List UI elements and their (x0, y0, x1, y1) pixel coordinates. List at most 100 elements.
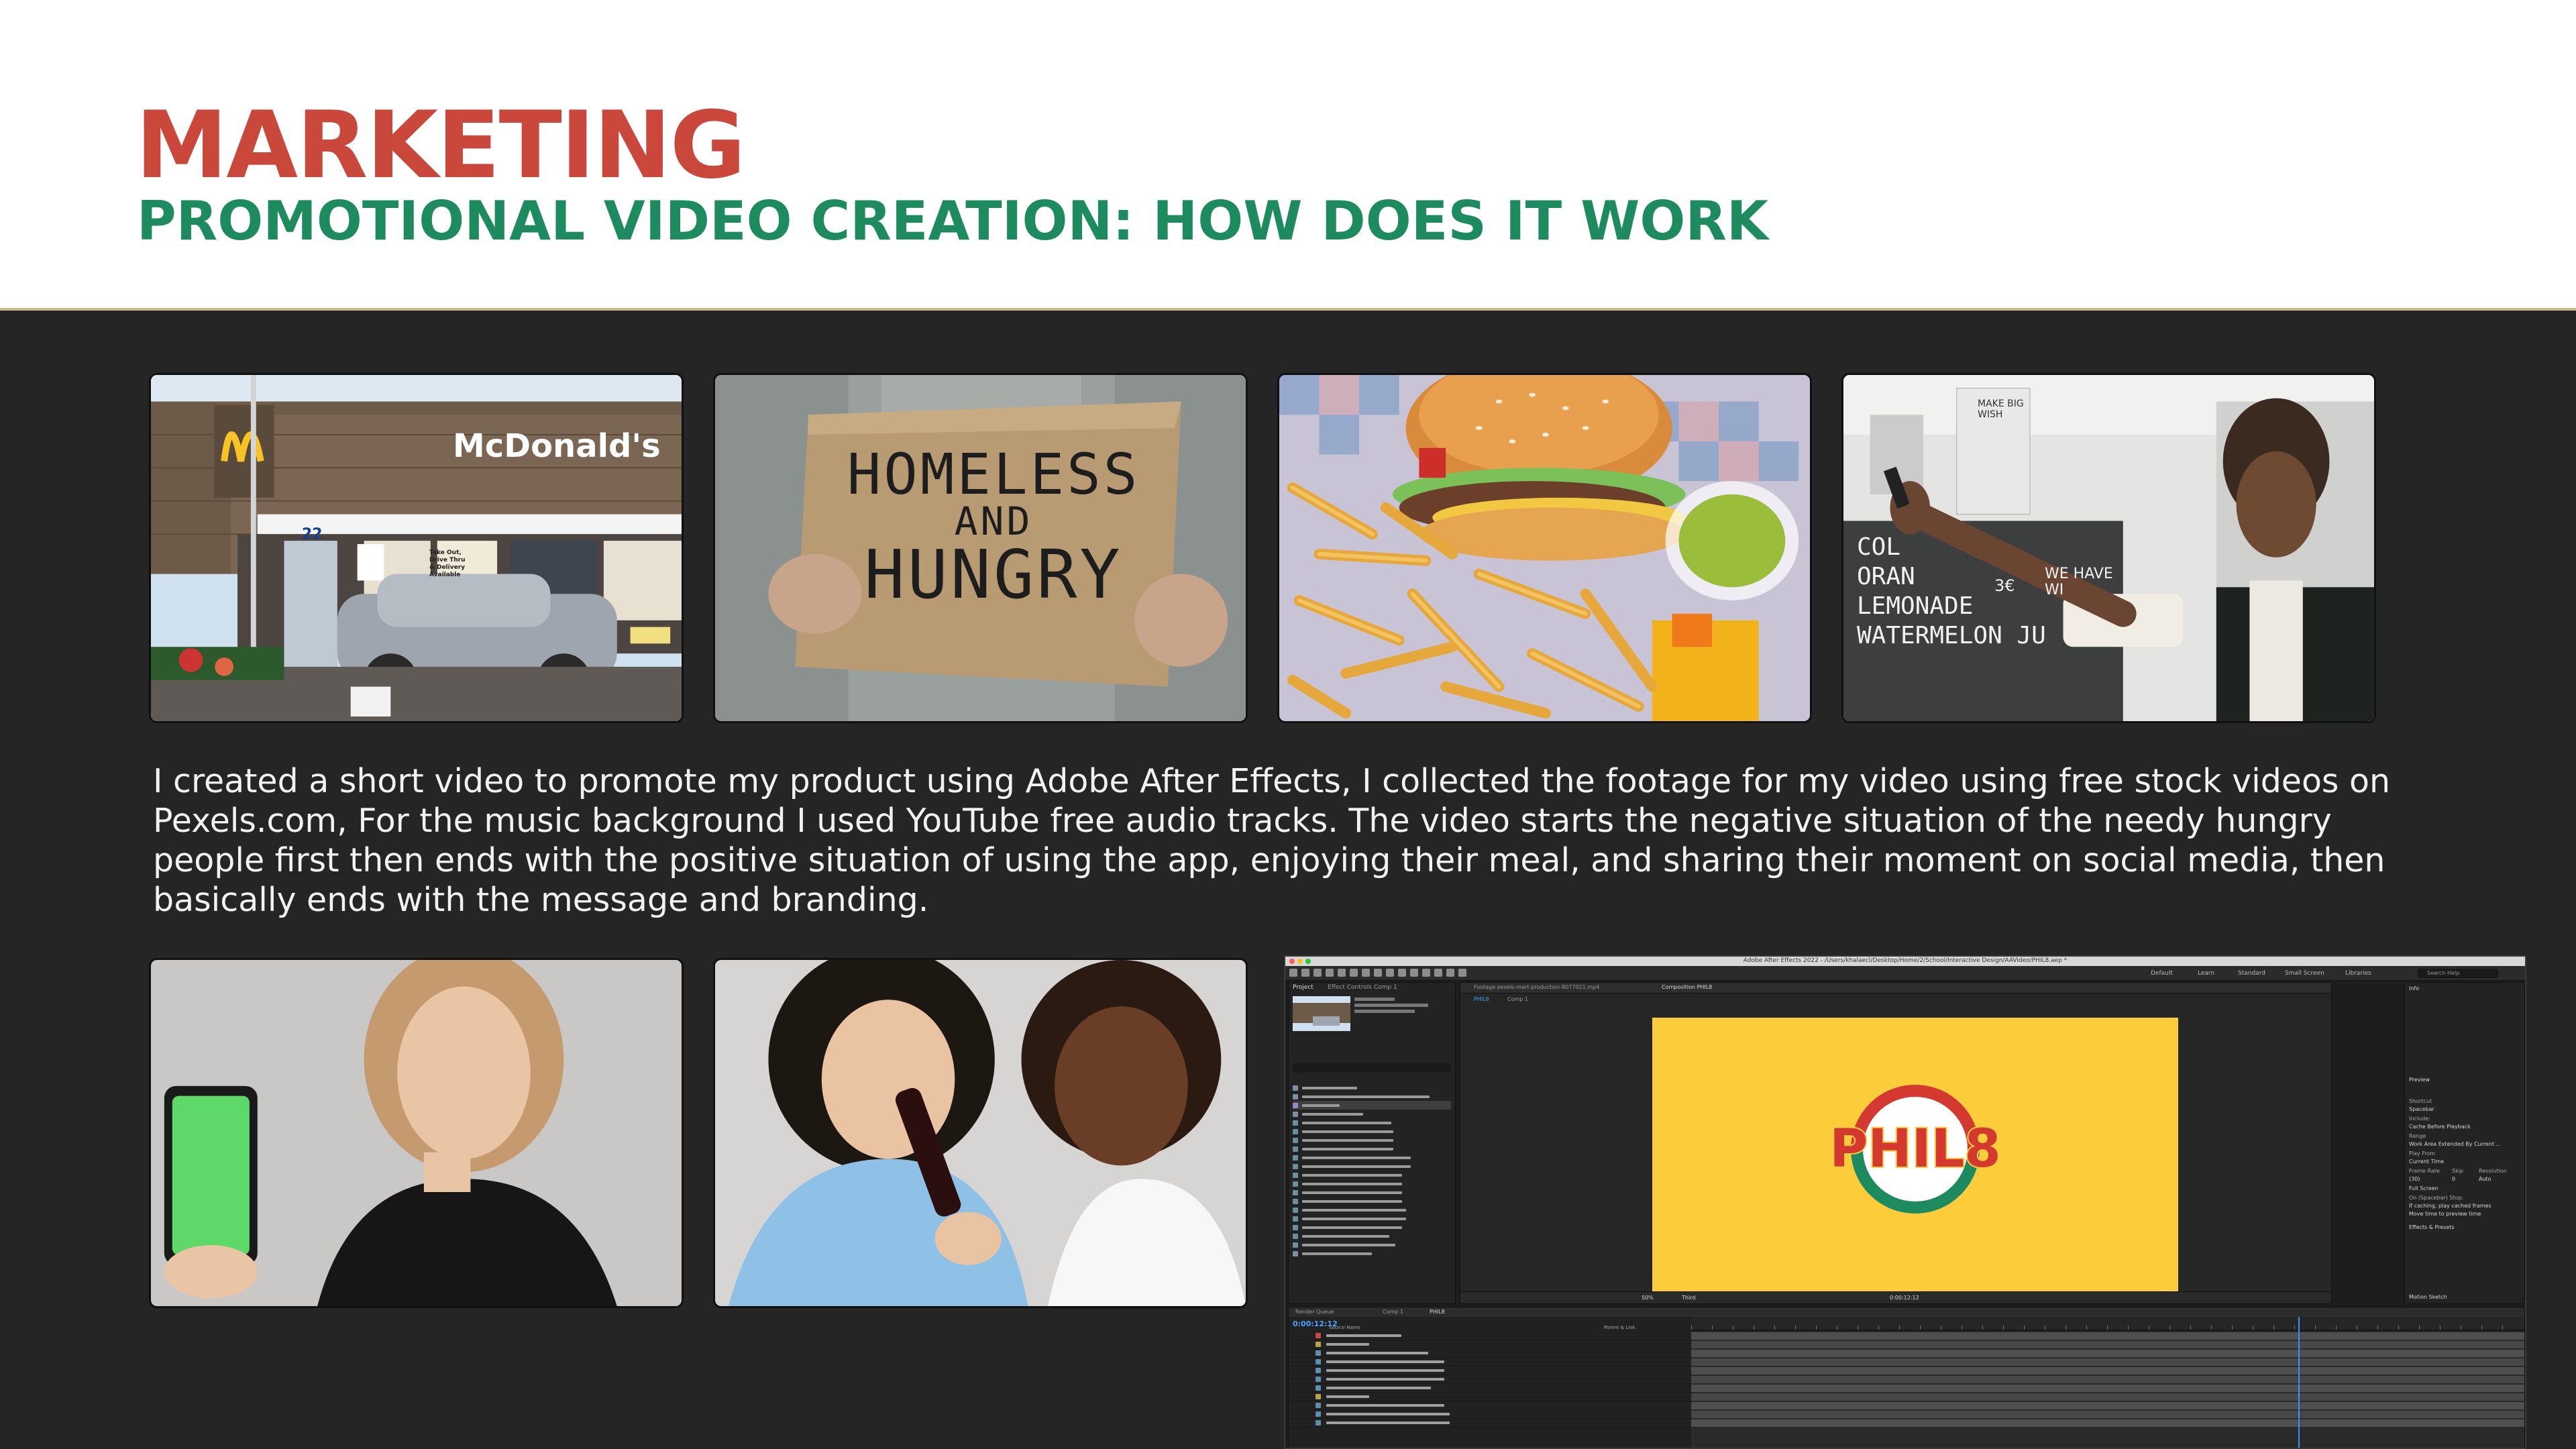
help-search-input[interactable]: Search Help (2418, 969, 2498, 978)
skip-dropdown[interactable]: 0 (2452, 1176, 2455, 1182)
home-icon[interactable] (1289, 969, 1297, 977)
comp-timecode[interactable]: 0:00:12:12 (1890, 1295, 1919, 1301)
timeline-layer-row[interactable] (1289, 1384, 1691, 1393)
timeline-layer-row[interactable] (1289, 1419, 1691, 1428)
comp-subtab-phil8[interactable]: PHIL8 (1474, 996, 1489, 1002)
if-caching-checkbox[interactable]: If caching, play cached frames (2409, 1203, 2491, 1209)
effects-presets-title[interactable]: Effects & Presets (2409, 1224, 2455, 1230)
frame-rate-dropdown[interactable]: (30) (2409, 1176, 2420, 1182)
tab-effect-controls[interactable]: Effect Controls Comp 1 (1328, 984, 1397, 991)
timeline-layer-row[interactable] (1289, 1410, 1691, 1419)
layer-duration-bar[interactable] (1691, 1376, 2524, 1383)
roto-tool-icon[interactable] (1446, 969, 1454, 977)
workspace-learn[interactable]: Learn (2198, 970, 2214, 977)
composition-viewer[interactable]: PHIL8 (1652, 1018, 2178, 1294)
layer-duration-bar[interactable] (1691, 1367, 2524, 1375)
project-file-item[interactable] (1293, 1118, 1451, 1127)
project-file-item[interactable] (1293, 1153, 1451, 1162)
project-file-item[interactable] (1293, 1197, 1451, 1205)
zoom-tool-icon[interactable] (1326, 969, 1334, 977)
hand-tool-icon[interactable] (1313, 969, 1322, 977)
file-type-icon (1293, 1250, 1298, 1256)
tab-render-queue[interactable]: Render Queue (1295, 1309, 1334, 1315)
project-file-item[interactable] (1293, 1144, 1451, 1153)
clone-tool-icon[interactable] (1422, 969, 1430, 977)
layer-duration-bar[interactable] (1691, 1419, 2524, 1427)
layer-name (1326, 1404, 1444, 1407)
project-file-item[interactable] (1293, 1171, 1451, 1179)
resolution-preview-dropdown[interactable]: Auto (2479, 1176, 2491, 1182)
pan-behind-tool-icon[interactable] (1362, 969, 1370, 977)
project-file-item[interactable] (1293, 1240, 1451, 1249)
project-file-item[interactable] (1293, 1214, 1451, 1223)
cache-before-checkbox[interactable]: Cache Before Playback (2409, 1124, 2471, 1130)
layer-duration-bar[interactable] (1691, 1411, 2524, 1418)
layer-duration-bar[interactable] (1691, 1332, 2524, 1340)
chalk-line-1: COL (1857, 533, 1901, 561)
brush-tool-icon[interactable] (1410, 969, 1418, 977)
project-file-item[interactable] (1293, 1136, 1451, 1144)
layer-duration-bar[interactable] (1691, 1402, 2524, 1409)
full-screen-checkbox[interactable]: Full Screen (2409, 1185, 2438, 1191)
workspace-libraries[interactable]: Libraries (2345, 970, 2371, 977)
timeline-layer-row[interactable] (1289, 1332, 1691, 1340)
puppet-tool-icon[interactable] (1458, 969, 1466, 977)
workspace-standard[interactable]: Standard (2238, 970, 2265, 977)
project-file-item[interactable] (1293, 1223, 1451, 1232)
tab-composition[interactable]: Composition PHIL8 (1662, 984, 1712, 990)
project-file-item[interactable] (1293, 1110, 1451, 1118)
tab-timeline-phil8[interactable]: PHIL8 (1430, 1309, 1445, 1315)
project-file-item[interactable] (1293, 1101, 1451, 1110)
type-tool-icon[interactable] (1398, 969, 1406, 977)
eraser-tool-icon[interactable] (1434, 969, 1442, 977)
timeline-layer-row[interactable] (1289, 1349, 1691, 1358)
tab-project[interactable]: Project (1293, 984, 1313, 991)
timeline-layer-row[interactable] (1289, 1375, 1691, 1384)
chalkboard-menu: COL ORAN LEMONADE WATERMELON JU (1857, 533, 2046, 651)
project-file-item[interactable] (1293, 1162, 1451, 1171)
timeline-ruler[interactable] (1691, 1317, 2524, 1330)
selection-tool-icon[interactable] (1301, 969, 1309, 977)
preview-panel-title[interactable]: Preview (2409, 1077, 2430, 1083)
camera-tool-icon[interactable] (1350, 969, 1358, 977)
project-file-item[interactable] (1293, 1249, 1451, 1258)
project-file-item[interactable] (1293, 1092, 1451, 1101)
motion-sketch-title[interactable]: Motion Sketch (2409, 1294, 2447, 1300)
timeline-playhead[interactable] (2298, 1317, 2300, 1448)
timeline-layer-row[interactable] (1289, 1401, 1691, 1410)
timeline-layer-row[interactable] (1289, 1358, 1691, 1366)
layer-label-color (1316, 1403, 1321, 1408)
project-file-item[interactable] (1293, 1205, 1451, 1214)
project-file-item[interactable] (1293, 1083, 1451, 1092)
file-name (1302, 1199, 1402, 1203)
rotate-tool-icon[interactable] (1338, 969, 1346, 977)
tab-footage[interactable]: Footage pexels-mart-production-8077021.m… (1474, 984, 1599, 990)
timeline-layer-row[interactable] (1289, 1366, 1691, 1375)
project-file-item[interactable] (1293, 1179, 1451, 1188)
timeline-layer-row[interactable] (1289, 1340, 1691, 1349)
layer-duration-bar[interactable] (1691, 1350, 2524, 1357)
layer-duration-bar[interactable] (1691, 1358, 2524, 1366)
project-search-input[interactable] (1293, 1063, 1451, 1073)
play-from-dropdown[interactable]: Current Time (2409, 1159, 2444, 1165)
shortcut-dropdown[interactable]: Spacebar (2409, 1106, 2434, 1112)
project-file-item[interactable] (1293, 1188, 1451, 1197)
project-file-item[interactable] (1293, 1232, 1451, 1240)
layer-duration-bar[interactable] (1691, 1385, 2524, 1392)
layer-duration-bar[interactable] (1691, 1393, 2524, 1401)
timeline-layer-row[interactable] (1289, 1393, 1691, 1401)
info-panel-title[interactable]: Info (2409, 985, 2419, 991)
comp-subtab-comp1[interactable]: Comp 1 (1507, 996, 1528, 1002)
pen-tool-icon[interactable] (1386, 969, 1394, 977)
girl-with-phone-photo (149, 958, 684, 1308)
tab-timeline-comp1[interactable]: Comp 1 (1383, 1309, 1403, 1315)
resolution-dropdown[interactable]: Third (1682, 1295, 1695, 1301)
zoom-dropdown[interactable]: 50% (1642, 1295, 1654, 1301)
workspace-small-screen[interactable]: Small Screen (2285, 970, 2324, 977)
project-file-item[interactable] (1293, 1127, 1451, 1136)
layer-duration-bar[interactable] (1691, 1341, 2524, 1348)
move-time-checkbox[interactable]: Move time to preview time (2409, 1211, 2481, 1217)
range-dropdown[interactable]: Work Area Extended By Current ... (2409, 1141, 2501, 1147)
shape-tool-icon[interactable] (1374, 969, 1382, 977)
workspace-default[interactable]: Default (2151, 970, 2173, 977)
